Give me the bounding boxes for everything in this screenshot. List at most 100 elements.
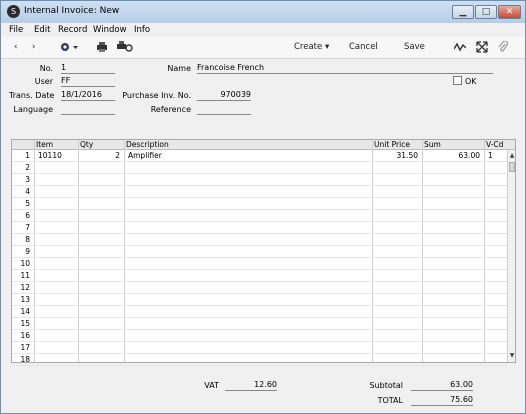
scroll-up-icon[interactable]: ▲ xyxy=(508,152,516,160)
table-row[interactable]: 1 10110 2 Amplifier 31.50 63.00 1 xyxy=(12,150,507,162)
menu-window[interactable]: Window xyxy=(93,25,127,35)
no-label: No. xyxy=(39,64,53,73)
expand-icon xyxy=(476,41,488,53)
invoice-header-form: No. 1 User FF Trans. Date 18/1/2016 Lang… xyxy=(1,59,525,137)
cell-row-number: 10 xyxy=(20,259,30,268)
table-row[interactable]: 10 xyxy=(12,258,507,270)
table-row[interactable]: 11 xyxy=(12,270,507,282)
grid-scrollbar[interactable]: ▲ ▼ xyxy=(507,150,515,362)
invoice-window: S Internal Invoice: New ▁ □ ✕ File Edit … xyxy=(0,0,526,414)
cell-unit-price[interactable]: 31.50 xyxy=(374,151,418,160)
table-row[interactable]: 13 xyxy=(12,294,507,306)
cell-row-number: 1 xyxy=(25,151,30,160)
table-row[interactable]: 5 xyxy=(12,198,507,210)
cell-qty[interactable]: 2 xyxy=(80,151,120,160)
cell-row-number: 11 xyxy=(20,271,30,280)
menu-edit[interactable]: Edit xyxy=(34,25,50,35)
menu-info[interactable]: Info xyxy=(134,25,150,35)
total-label: TOTAL xyxy=(377,396,403,405)
save-button[interactable]: Save xyxy=(404,42,425,52)
previous-record-button[interactable]: ‹ xyxy=(14,42,17,52)
cell-row-number: 5 xyxy=(25,199,30,208)
scroll-down-icon[interactable]: ▼ xyxy=(508,352,516,360)
menu-bar: File Edit Record Window Info xyxy=(1,23,525,37)
table-row[interactable]: 6 xyxy=(12,210,507,222)
trans-date-label: Trans. Date xyxy=(9,91,55,100)
cell-row-number: 18 xyxy=(20,355,30,364)
ok-checkbox[interactable] xyxy=(453,76,462,85)
window-title: Internal Invoice: New xyxy=(24,6,120,16)
print-button[interactable] xyxy=(96,41,108,56)
cancel-button[interactable]: Cancel xyxy=(349,42,378,52)
title-bar: S Internal Invoice: New ▁ □ ✕ xyxy=(1,1,525,23)
header-unit-price: Unit Price xyxy=(374,140,410,149)
header-qty: Qty xyxy=(80,140,94,149)
cell-row-number: 15 xyxy=(20,319,30,328)
cell-row-number: 7 xyxy=(25,223,30,232)
purchase-inv-no-field[interactable]: 970039 xyxy=(197,90,251,101)
create-menu-button[interactable]: Create ▾ xyxy=(294,42,329,52)
paperclip-icon xyxy=(498,40,509,52)
user-field[interactable]: FF xyxy=(61,76,115,87)
next-record-button[interactable]: › xyxy=(32,42,35,52)
minimize-button[interactable]: ▁ xyxy=(452,5,474,19)
table-row[interactable]: 3 xyxy=(12,174,507,186)
activity-icon xyxy=(453,42,467,52)
close-button[interactable]: ✕ xyxy=(498,5,521,19)
table-row[interactable]: 8 xyxy=(12,234,507,246)
print-preview-button[interactable] xyxy=(117,41,133,56)
close-icon: ✕ xyxy=(505,7,514,17)
cell-item[interactable]: 10110 xyxy=(38,151,76,160)
attach-button[interactable] xyxy=(498,40,509,56)
cell-description[interactable]: Amplifier xyxy=(128,151,368,160)
cell-row-number: 6 xyxy=(25,211,30,220)
cell-v-cd[interactable]: 1 xyxy=(488,151,504,160)
header-v-cd: V-Cd xyxy=(486,140,504,149)
name-label: Name xyxy=(167,64,191,73)
header-item: Item xyxy=(36,140,54,149)
operations-menu-button[interactable] xyxy=(59,40,79,57)
table-row[interactable]: 9 xyxy=(12,246,507,258)
cell-row-number: 12 xyxy=(20,283,30,292)
table-row[interactable]: 15 xyxy=(12,318,507,330)
name-field[interactable]: Francoise French xyxy=(197,63,493,74)
maximize-button[interactable]: □ xyxy=(475,5,497,19)
expand-button[interactable] xyxy=(476,41,488,56)
cell-sum[interactable]: 63.00 xyxy=(424,151,480,160)
subtotal-label: Subtotal xyxy=(369,381,403,390)
table-row[interactable]: 17 xyxy=(12,342,507,354)
table-row[interactable]: 12 xyxy=(12,282,507,294)
table-row[interactable]: 14 xyxy=(12,306,507,318)
table-row[interactable]: 4 xyxy=(12,186,507,198)
table-row[interactable]: 2 xyxy=(12,162,507,174)
cell-row-number: 8 xyxy=(25,235,30,244)
reference-label: Reference xyxy=(150,105,191,114)
header-description: Description xyxy=(126,140,169,149)
subtotal-field: 63.00 xyxy=(411,380,473,391)
table-row[interactable]: 18 xyxy=(12,354,507,366)
no-field[interactable]: 1 xyxy=(61,63,115,74)
purchase-inv-no-label: Purchase Inv. No. xyxy=(122,91,191,100)
language-label: Language xyxy=(13,105,53,114)
header-sum: Sum xyxy=(424,140,441,149)
cell-row-number: 9 xyxy=(25,247,30,256)
cell-row-number: 4 xyxy=(25,187,30,196)
total-field: 75.60 xyxy=(411,395,473,406)
toolbar: ‹ › Create ▾ Cancel Save xyxy=(1,37,525,59)
trans-date-field[interactable]: 18/1/2016 xyxy=(61,90,115,101)
table-row[interactable]: 16 xyxy=(12,330,507,342)
maximize-icon: □ xyxy=(481,7,491,17)
activity-button[interactable] xyxy=(453,41,467,56)
menu-file[interactable]: File xyxy=(9,25,23,35)
cell-row-number: 14 xyxy=(20,307,30,316)
scroll-thumb[interactable] xyxy=(509,162,515,172)
printer-icon xyxy=(97,42,107,52)
grid-header: Item Qty Description Unit Price Sum V-Cd xyxy=(12,140,515,150)
vat-field: 12.60 xyxy=(225,380,277,391)
language-field[interactable] xyxy=(61,104,115,115)
reference-field[interactable] xyxy=(197,104,251,115)
table-row[interactable]: 7 xyxy=(12,222,507,234)
invoice-rows-grid: Item Qty Description Unit Price Sum V-Cd… xyxy=(11,139,516,366)
dropdown-arrow-icon: ▾ xyxy=(324,42,330,52)
menu-record[interactable]: Record xyxy=(58,25,87,35)
